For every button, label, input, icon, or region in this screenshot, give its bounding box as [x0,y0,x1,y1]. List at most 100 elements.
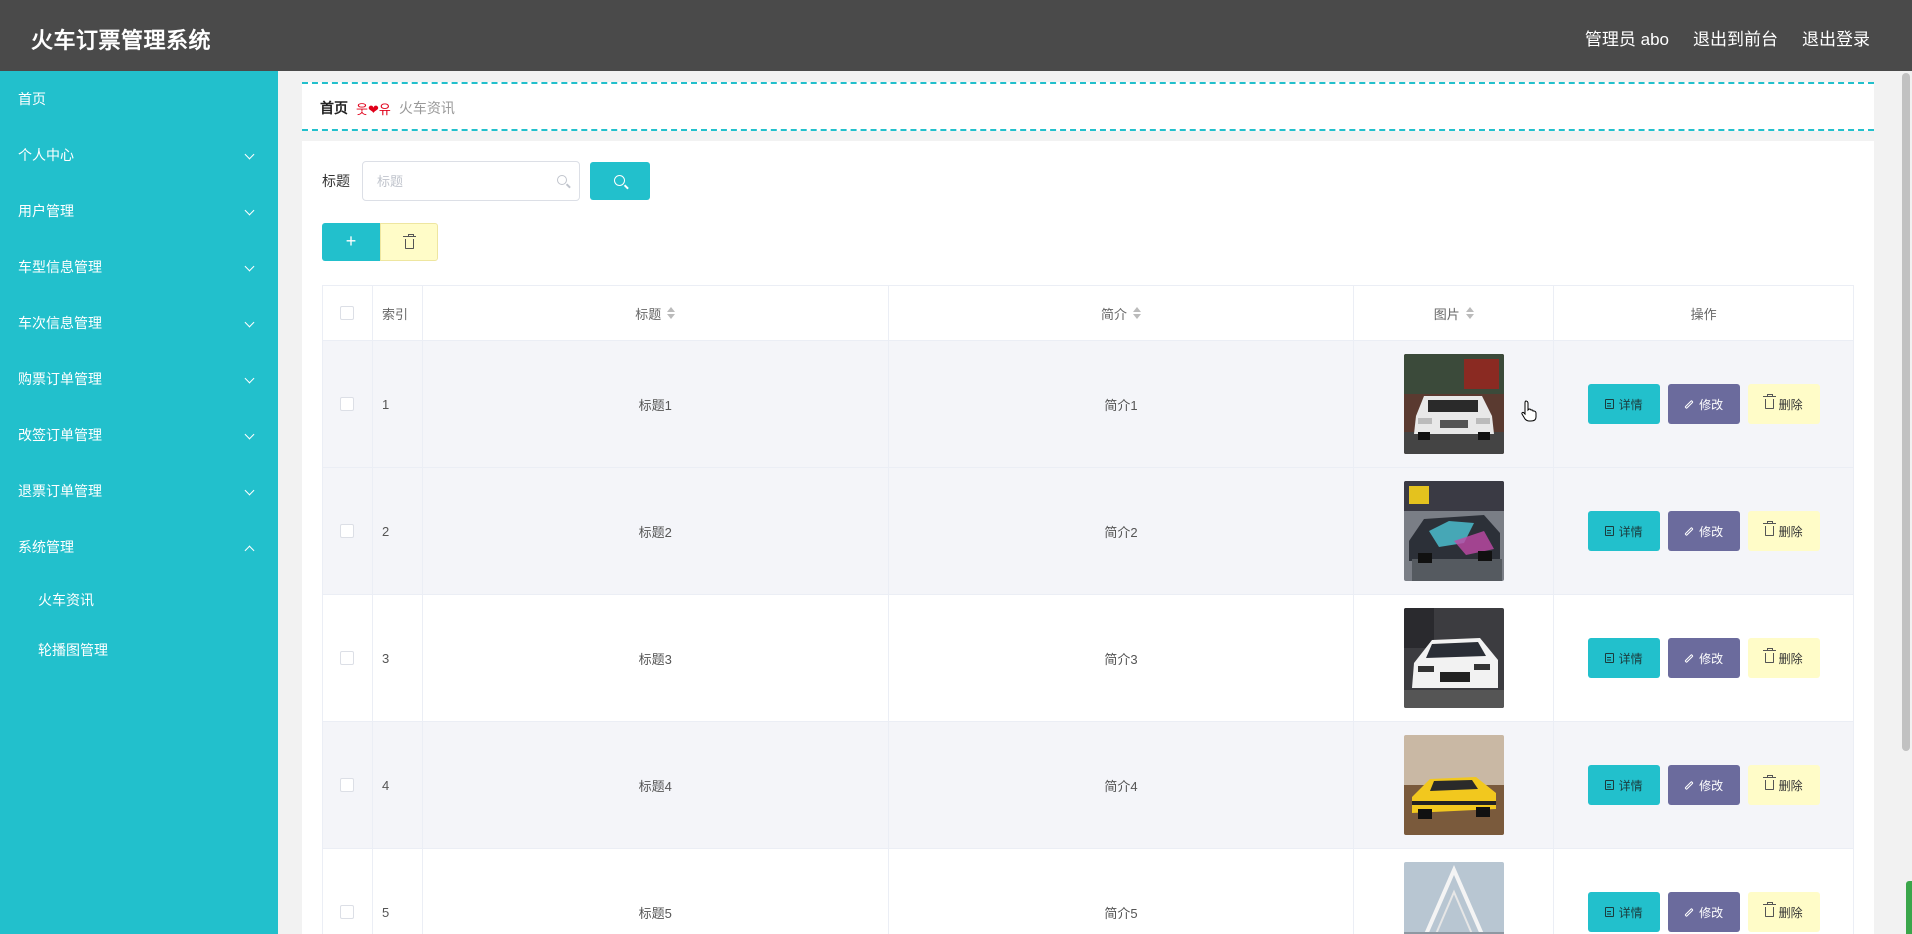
sidebar-subitem-train-news[interactable]: 火车资讯 [0,575,278,625]
search-icon [557,175,569,187]
delete-button[interactable]: 删除 [1747,384,1820,424]
header-title[interactable]: 标题 [422,286,889,341]
sidebar-item-change-orders[interactable]: 改签订单管理 [0,407,278,463]
edit-label: 修改 [1699,397,1724,412]
sidebar-item-label: 首页 [18,91,46,107]
sort-icon[interactable] [667,307,676,319]
row-ops: 详情 修改 删除 [1587,511,1820,551]
wrapped-sports-car-photo [1403,481,1504,581]
sidebar-item-train-number[interactable]: 车次信息管理 [0,295,278,351]
chevron-up-icon [246,519,256,575]
yellow-muscle-car-photo [1403,735,1504,835]
row-title: 标题2 [422,468,889,595]
breadcrumb-home[interactable]: 首页 [320,98,348,118]
edit-button[interactable]: 修改 [1667,511,1740,551]
sidebar-item-home[interactable]: 首页 [0,71,278,127]
sidebar-item-label: 个人中心 [18,147,74,163]
trash-icon [1762,902,1776,917]
chevron-down-icon [246,295,256,351]
page-scrollbar[interactable] [1900,71,1912,934]
side-widget-tab[interactable] [1906,881,1912,934]
table-row: 1 标题1 简介1 详情 修改 删除 [323,341,1854,468]
row-title: 标题1 [422,341,889,468]
sidebar-item-user-management[interactable]: 用户管理 [0,183,278,239]
sidebar-item-personal-center[interactable]: 个人中心 [0,127,278,183]
detail-button[interactable]: 详情 [1587,765,1660,805]
row-image-cell [1354,468,1555,595]
row-index: 3 [372,595,423,722]
select-all-checkbox[interactable] [340,306,355,320]
delete-button[interactable]: 删除 [1747,638,1820,678]
header-index-label: 索引 [381,306,408,322]
scrollbar-thumb[interactable] [1902,73,1910,751]
edit-button[interactable]: 修改 [1667,384,1740,424]
search-icon [614,175,625,186]
sort-icon[interactable] [1465,307,1474,319]
header-title-label: 标题 [635,306,662,322]
detail-button[interactable]: 详情 [1587,511,1660,551]
row-ops: 详情 修改 删除 [1587,765,1820,805]
delete-label: 删除 [1778,397,1803,412]
delete-label: 删除 [1778,778,1803,793]
delete-button[interactable]: 删除 [1747,892,1820,932]
row-ops: 详情 修改 删除 [1587,892,1820,932]
sidebar-item-car-type[interactable]: 车型信息管理 [0,239,278,295]
sidebar-item-refund-orders[interactable]: 退票订单管理 [0,463,278,519]
row-checkbox[interactable] [340,524,355,538]
header-links: 管理员 abo 退出到前台 退出登录 [1585,25,1870,50]
detail-button[interactable]: 详情 [1587,384,1660,424]
logout-link[interactable]: 退出登录 [1802,25,1870,50]
sidebar-item-label: 改签订单管理 [18,427,102,443]
sidebar-subitem-carousel[interactable]: 轮播图管理 [0,625,278,675]
row-image-cell [1354,722,1555,849]
batch-delete-button[interactable] [380,223,438,261]
admin-label: 管理员 abo [1584,30,1669,49]
sidebar-item-label: 车次信息管理 [18,315,102,331]
document-icon [1604,399,1614,409]
breadcrumb-bar: 首页 웃❤유 火车资讯 [302,82,1874,131]
edit-label: 修改 [1699,524,1724,539]
row-checkbox[interactable] [340,905,355,919]
delete-button[interactable]: 删除 [1747,511,1820,551]
add-button[interactable]: + [322,223,380,261]
search-label: 标题 [322,173,350,189]
exit-to-front-link[interactable]: 退出到前台 [1693,25,1778,50]
edit-button[interactable]: 修改 [1667,892,1740,932]
table-row: 5 标题5 简介5 详情 修改 删除 [323,849,1854,934]
header-brief[interactable]: 简介 [888,286,1355,341]
header-checkbox-cell [323,286,373,341]
detail-button[interactable]: 详情 [1587,638,1660,678]
row-checkbox[interactable] [340,397,355,411]
row-title: 标题4 [422,722,889,849]
title-search-input[interactable] [363,162,579,200]
edit-icon [1684,399,1694,409]
sidebar-subitem-label: 火车资讯 [38,592,94,608]
breadcrumb: 首页 웃❤유 火车资讯 [320,98,455,118]
detail-button[interactable]: 详情 [1587,892,1660,932]
row-checkbox[interactable] [340,651,355,665]
detail-label: 详情 [1618,778,1643,793]
white-suv-photo [1403,354,1504,454]
detail-label: 详情 [1618,905,1643,920]
header-ops: 操作 [1554,286,1854,341]
delete-button[interactable]: 删除 [1747,765,1820,805]
document-icon [1604,526,1614,536]
main-content: 首页 웃❤유 火车资讯 标题 + 索引 标题 简介 图 [278,71,1900,934]
row-checkbox[interactable] [340,778,355,792]
row-image-cell [1354,595,1555,722]
table-header-row: 索引 标题 简介 图片 操作 [323,286,1854,341]
breadcrumb-separator: 웃❤유 [356,101,391,117]
sort-icon[interactable] [1132,307,1141,319]
chevron-down-icon [246,463,256,519]
search-button[interactable] [590,162,650,200]
document-icon [1604,653,1614,663]
edit-button[interactable]: 修改 [1667,638,1740,678]
edit-icon [1684,780,1694,790]
header-image[interactable]: 图片 [1354,286,1555,341]
sidebar-item-system-management[interactable]: 系统管理 [0,519,278,575]
table-row: 2 标题2 简介2 详情 修改 删除 [323,468,1854,595]
sidebar-item-purchase-orders[interactable]: 购票订单管理 [0,351,278,407]
edit-button[interactable]: 修改 [1667,765,1740,805]
sidebar-item-label: 系统管理 [18,539,74,555]
news-table: 索引 标题 简介 图片 操作 1 标题1 简介1 详情 修改 删除 2 标题2 … [322,285,1854,934]
